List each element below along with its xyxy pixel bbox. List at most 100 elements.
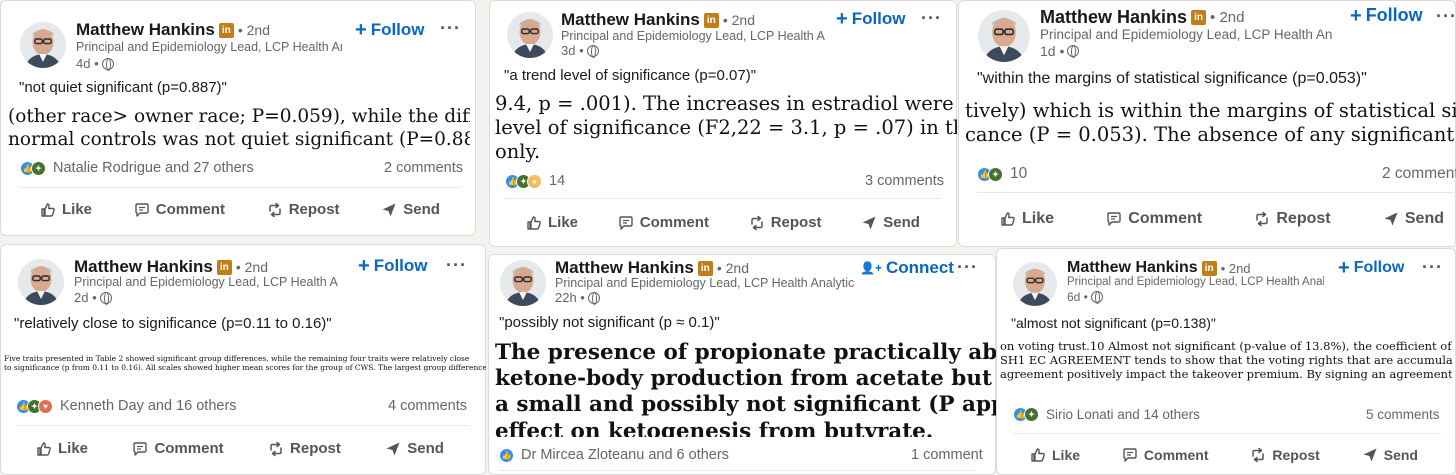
plus-icon: + (355, 19, 367, 41)
comments-count[interactable]: 3 comments (865, 173, 944, 189)
insight-icon: ● (527, 173, 542, 189)
author-name[interactable]: Matthew Hankins (1067, 259, 1198, 277)
plus-icon: + (1350, 4, 1362, 27)
comment-label: Comment (154, 440, 224, 457)
more-options-icon[interactable]: ··· (446, 255, 467, 276)
reactors-text: Kenneth Day and 16 others (60, 398, 237, 414)
like-icon: 👍 (499, 447, 514, 463)
reactions-summary[interactable]: 👍 Dr Mircea Zloteanu and 6 others (499, 447, 729, 463)
repost-button[interactable]: Repost (749, 214, 822, 231)
follow-button[interactable]: + Follow (358, 256, 428, 276)
excerpt-line: SH1 EC AGREEMENT tends to show that the … (1000, 353, 1452, 368)
repost-button[interactable]: Repost (267, 201, 340, 218)
author-avatar[interactable] (20, 22, 66, 68)
excerpt-line: agreement positively impact the takeover… (1000, 367, 1452, 382)
excerpt-line: 9.4, p = .001). The increases in estradi… (495, 92, 957, 115)
reactions-summary[interactable]: 👍 ✦ ♥ Kenneth Day and 16 others (16, 398, 237, 414)
more-options-icon[interactable]: ··· (1436, 6, 1456, 27)
like-button[interactable]: Like (40, 201, 92, 218)
send-button[interactable]: Send (1362, 447, 1418, 463)
follow-label: Follow (373, 256, 428, 275)
divider (499, 470, 976, 471)
love-icon: ♥ (38, 398, 53, 414)
paper-excerpt-image[interactable]: on voting trust.10 Almost not significan… (1000, 339, 1452, 401)
repost-button[interactable]: Repost (268, 440, 341, 457)
repost-icon (1254, 211, 1270, 227)
author-name[interactable]: Matthew Hankins (561, 10, 700, 30)
more-options-icon[interactable]: ··· (440, 18, 461, 39)
author-name[interactable]: Matthew Hankins (76, 20, 215, 40)
send-button[interactable]: Send (1383, 210, 1444, 228)
paper-excerpt-image[interactable]: (other race> owner race; P=0.059), while… (8, 106, 470, 158)
comments-count[interactable]: 5 comments (1366, 407, 1440, 422)
send-label: Send (883, 214, 920, 231)
like-button[interactable]: Like (526, 214, 578, 231)
paper-excerpt-image[interactable]: 9.4, p = .001). The increases in estradi… (495, 92, 957, 166)
follow-button[interactable]: + Follow (355, 20, 425, 40)
divider (20, 187, 460, 188)
excerpt-line: ketone-body production from acetate but … (495, 366, 996, 392)
more-options-icon[interactable]: ··· (957, 257, 978, 278)
comment-button[interactable]: Comment (134, 201, 225, 218)
author-name-row: Matthew Hankins in • 2nd (555, 258, 749, 278)
repost-button[interactable]: Repost (1250, 447, 1320, 463)
comment-icon (1106, 211, 1122, 227)
like-button[interactable]: Like (1030, 447, 1080, 463)
follow-button[interactable]: + Follow (1338, 258, 1404, 278)
comments-count[interactable]: 4 comments (388, 398, 467, 414)
comment-button[interactable]: Comment (1106, 210, 1202, 228)
reaction-icons: 👍 ✦ ● (505, 173, 542, 189)
like-icon (40, 202, 56, 218)
follow-button[interactable]: + Follow (1350, 5, 1423, 26)
send-button[interactable]: Send (385, 440, 444, 457)
follow-button[interactable]: 👤+ Connect (860, 258, 954, 278)
reactions-summary[interactable]: 👍 ✦ Sirio Lonati and 14 others (1013, 407, 1200, 422)
repost-icon (267, 202, 283, 218)
send-label: Send (407, 440, 444, 457)
repost-label: Repost (1276, 210, 1331, 227)
more-options-icon[interactable]: ··· (921, 8, 942, 29)
paper-excerpt-image[interactable]: The presence of propionate practically a… (495, 340, 996, 437)
post-age: 1d • (1040, 43, 1065, 59)
follow-label: Follow (1365, 5, 1423, 25)
plus-icon: 👤+ (860, 261, 882, 275)
send-button[interactable]: Send (861, 214, 920, 231)
repost-button[interactable]: Repost (1254, 210, 1331, 228)
reactions-summary[interactable]: 👍 ✦ ● 14 (505, 173, 565, 189)
like-label: Like (548, 214, 579, 231)
comment-button[interactable]: Comment (132, 440, 224, 457)
linkedin-premium-icon: in (697, 260, 713, 276)
reactors-text: Dr Mircea Zloteanu and 6 others (521, 447, 729, 463)
reactions-summary[interactable]: 👍 ✦ Natalie Rodrigue and 27 others (20, 160, 254, 176)
author-avatar[interactable] (18, 259, 64, 305)
repost-label: Repost (288, 201, 340, 218)
comment-button[interactable]: Comment (1122, 447, 1208, 463)
comments-count[interactable]: 1 comment (911, 447, 983, 463)
comments-count[interactable]: 2 comments (1382, 165, 1456, 183)
author-name[interactable]: Matthew Hankins (1040, 7, 1187, 28)
paper-excerpt-image[interactable]: tively) which is within the margins of s… (965, 99, 1456, 153)
author-avatar[interactable] (1013, 262, 1057, 306)
repost-icon (749, 215, 765, 231)
more-options-icon[interactable]: ··· (1422, 257, 1443, 278)
author-name-row: Matthew Hankins in • 2nd (1067, 259, 1251, 277)
author-name[interactable]: Matthew Hankins (555, 258, 694, 278)
comments-count[interactable]: 2 comments (384, 160, 463, 176)
globe-icon (586, 44, 599, 58)
like-label: Like (1052, 447, 1081, 463)
follow-button[interactable]: + Follow (836, 9, 906, 29)
paper-excerpt-image[interactable]: Five traits presented in Table 2 showed … (4, 354, 486, 376)
author-avatar[interactable] (500, 260, 546, 306)
reactions-summary[interactable]: 👍 ✦ 10 (977, 165, 1027, 183)
like-button[interactable]: Like (36, 440, 88, 457)
send-button[interactable]: Send (381, 201, 440, 218)
divider (977, 192, 1456, 193)
connection-degree: • 2nd (237, 22, 271, 38)
author-name-row: Matthew Hankins in • 2nd (74, 257, 268, 277)
author-avatar[interactable] (978, 10, 1030, 62)
comment-button[interactable]: Comment (618, 214, 709, 231)
author-avatar[interactable] (507, 12, 553, 58)
like-button[interactable]: Like (1000, 210, 1054, 228)
globe-icon (587, 291, 600, 305)
author-name[interactable]: Matthew Hankins (74, 257, 213, 277)
